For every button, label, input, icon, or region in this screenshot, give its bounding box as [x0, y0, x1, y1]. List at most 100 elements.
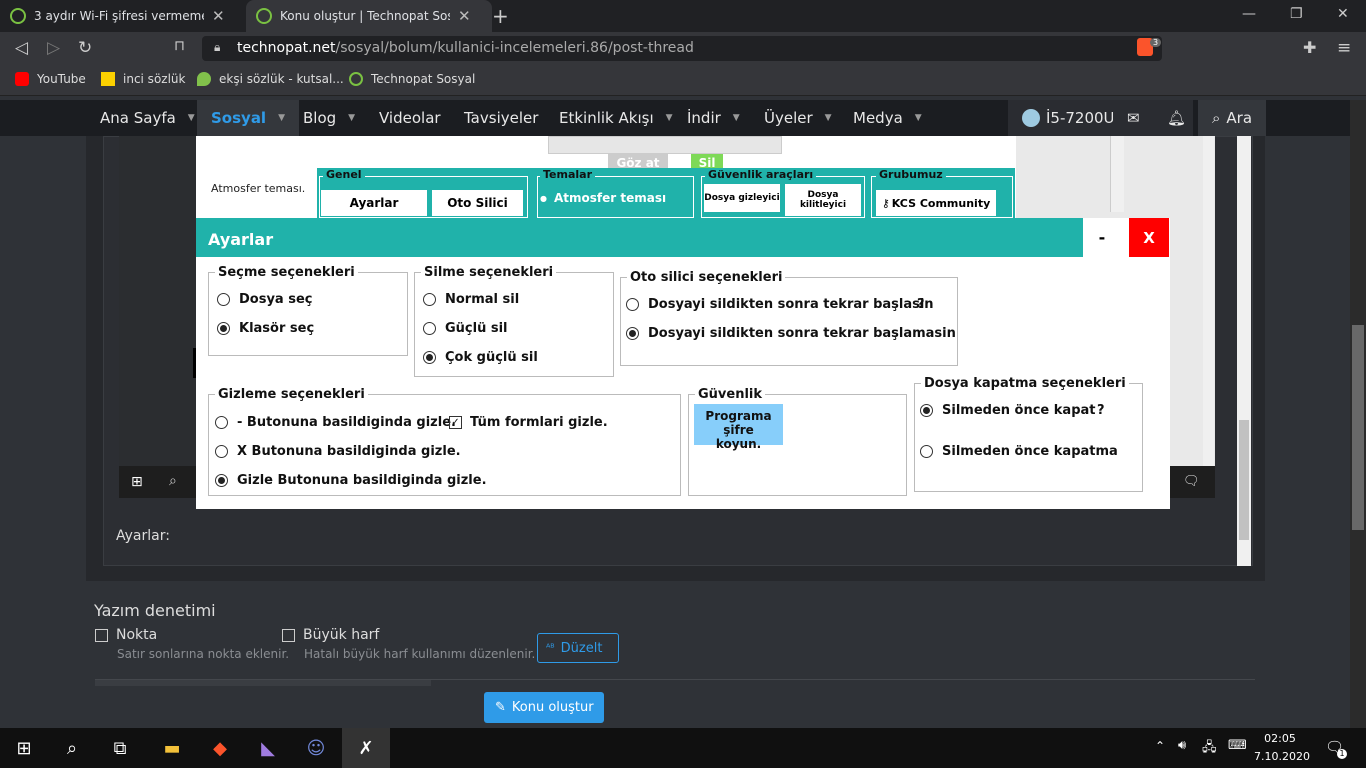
path-field[interactable]: [548, 136, 782, 154]
back-icon[interactable]: ◁: [15, 38, 28, 58]
duzelt-button[interactable]: ᴬᴮ Düzelt: [537, 633, 619, 663]
radio-hide-x[interactable]: X Butonuna basildiginda gizle.: [215, 444, 461, 459]
dialog-minimize-button[interactable]: -: [1083, 218, 1121, 257]
chevron-down-icon[interactable]: ▼: [666, 113, 673, 123]
chevron-down-icon[interactable]: ▼: [188, 113, 195, 123]
notification-count-badge: 1: [1337, 749, 1347, 759]
radio-hide-minus[interactable]: - Butonuna basildiginda gizle.: [215, 415, 456, 430]
menu-icon[interactable]: ≡: [1337, 38, 1351, 58]
radio-restart[interactable]: Dosyayi sildikten sonra tekrar başlasin: [626, 297, 934, 312]
lock-icon: 🔒︎: [214, 40, 221, 54]
kcs-community-button[interactable]: ⚷ KCS Community: [876, 190, 996, 216]
radio-icon: [423, 322, 436, 335]
checkbox-nokta[interactable]: Nokta: [95, 627, 157, 643]
clock-time[interactable]: 02:05: [1259, 732, 1301, 745]
url-bar[interactable]: 🔒︎ technopat.net/sosyal/bolum/kullanici-…: [202, 36, 1162, 61]
radio-close-before[interactable]: Silmeden önce kapat: [920, 403, 1096, 418]
page-scrollbar-thumb[interactable]: [1352, 325, 1364, 530]
bookmark-icon[interactable]: ⊓: [174, 38, 185, 54]
nav-search[interactable]: ⌕ Ara: [1198, 100, 1267, 136]
file-hider-button[interactable]: Dosya gizleyici: [704, 184, 780, 212]
nav-label: Sosyal: [211, 109, 267, 127]
reload-icon[interactable]: ↻: [78, 38, 92, 58]
nav-uyeler[interactable]: Üyeler ▼: [750, 100, 846, 136]
clock-date[interactable]: 7.10.2020: [1254, 750, 1310, 763]
bookmark-youtube[interactable]: YouTube: [15, 72, 86, 86]
tab-close-icon[interactable]: ✕: [458, 7, 471, 25]
close-window-icon[interactable]: ✕: [1337, 6, 1349, 22]
nav-blog[interactable]: Blog ▼: [289, 100, 369, 136]
radio-label: Dosya seç: [239, 292, 313, 307]
radio-label: Güçlü sil: [445, 321, 508, 336]
nav-tavsiyeler[interactable]: Tavsiyeler: [450, 100, 552, 136]
nav-ana-sayfa[interactable]: Ana Sayfa ▼: [86, 100, 209, 136]
oto-silici-button[interactable]: Oto Silici: [432, 190, 523, 216]
radio-hide-button[interactable]: Gizle Butonuna basildiginda gizle.: [215, 473, 487, 488]
chevron-down-icon[interactable]: ▼: [825, 113, 832, 123]
radio-no-close[interactable]: Silmeden önce kapatma: [920, 444, 1118, 459]
radio-dosya-sec[interactable]: Dosya seç: [217, 292, 313, 307]
search-icon[interactable]: ⌕: [48, 728, 96, 768]
network-icon[interactable]: 🖧: [1202, 738, 1217, 760]
visual-studio-icon[interactable]: ◣: [244, 728, 292, 768]
radio-klasor-sec[interactable]: Klasör seç: [217, 321, 314, 336]
minimize-window-icon[interactable]: —: [1242, 6, 1256, 22]
discord-icon[interactable]: ☺: [292, 728, 340, 768]
nav-etkinlik[interactable]: Etkinlik Akışı ▼: [545, 100, 687, 136]
brave-icon[interactable]: ◆: [196, 728, 244, 768]
file-explorer-icon[interactable]: ▬: [148, 728, 196, 768]
volume-icon[interactable]: 🔊︎: [1178, 738, 1186, 753]
checkbox-icon: [282, 628, 295, 642]
browser-tab-1[interactable]: 3 aydır Wi-Fi şifresi vermemek için ✕: [0, 0, 246, 32]
theme-radio[interactable]: ● Atmosfer teması: [540, 191, 666, 205]
nav-user[interactable]: İ5-7200U: [1008, 100, 1129, 136]
technopat-icon: [349, 72, 363, 86]
radio-checked-icon: [217, 322, 230, 335]
extensions-icon[interactable]: ✚: [1303, 38, 1316, 57]
group-label: Genel: [323, 168, 365, 181]
nav-user-label: İ5-7200U: [1046, 109, 1115, 127]
chevron-up-icon[interactable]: ⌃: [1155, 739, 1165, 753]
radio-label: X Butonuna basildiginda gizle.: [237, 444, 461, 459]
windows-start-icon[interactable]: ⊞: [0, 728, 48, 768]
nav-medya[interactable]: Medya ▼: [839, 100, 936, 136]
nav-label: Blog: [303, 109, 337, 127]
radio-cok-guclu-sil[interactable]: Çok güçlü sil: [423, 350, 538, 365]
radio-no-restart[interactable]: Dosyayi sildikten sonra tekrar başlamasi…: [626, 326, 956, 341]
nav-label: Tavsiyeler: [464, 109, 539, 127]
bookmark-technopat[interactable]: Technopat Sosyal: [349, 72, 475, 86]
forward-icon[interactable]: ▷: [47, 38, 60, 58]
restore-window-icon[interactable]: ❐: [1290, 6, 1303, 22]
nav-sosyal[interactable]: Sosyal ▼: [197, 100, 299, 136]
dialog-close-button[interactable]: X: [1129, 218, 1169, 257]
nav-videolar[interactable]: Videolar: [365, 100, 455, 136]
chevron-down-icon[interactable]: ▼: [915, 113, 922, 123]
set-password-button[interactable]: Programa şifre koyun.: [694, 404, 783, 451]
chevron-down-icon[interactable]: ▼: [278, 113, 285, 123]
inbox-icon[interactable]: ✉: [1113, 100, 1153, 136]
chevron-down-icon[interactable]: ▼: [733, 113, 740, 123]
radio-guclu-sil[interactable]: Güçlü sil: [423, 321, 508, 336]
help-button[interactable]: ?: [917, 297, 925, 312]
create-thread-button[interactable]: ✎ Konu oluştur: [484, 692, 604, 723]
chevron-down-icon[interactable]: ▼: [348, 113, 355, 123]
bell-icon[interactable]: 🔔︎: [1153, 100, 1193, 136]
bookmark-inci[interactable]: inci sözlük: [101, 72, 185, 86]
tab-close-icon[interactable]: ✕: [212, 7, 225, 25]
checkbox-hide-all[interactable]: ✓ Tüm formlari gizle.: [449, 415, 608, 430]
new-tab-icon[interactable]: +: [492, 4, 512, 28]
radio-normal-sil[interactable]: Normal sil: [423, 292, 519, 307]
editor-scrollbar-thumb[interactable]: [1239, 420, 1249, 540]
nav-indir[interactable]: İndir ▼: [673, 100, 754, 136]
browser-tab-2-active[interactable]: Konu oluştur | Technopat Sosyal ✕: [246, 0, 492, 32]
tab-title: Konu oluştur | Technopat Sosyal: [280, 9, 450, 23]
bookmark-eksi[interactable]: ekşi sözlük - kutsal...: [197, 72, 344, 86]
language-icon[interactable]: ⌨: [1228, 738, 1247, 753]
help-button[interactable]: ?: [1097, 403, 1105, 418]
task-view-icon[interactable]: ⧉: [96, 728, 144, 768]
app-icon[interactable]: ✗: [342, 728, 390, 768]
file-locker-button[interactable]: Dosya kilitleyici: [785, 184, 861, 216]
group-label: Grubumuz: [876, 168, 946, 181]
ayarlar-button[interactable]: Ayarlar: [321, 190, 427, 216]
checkbox-buyuk-harf[interactable]: Büyük harf: [282, 627, 379, 643]
